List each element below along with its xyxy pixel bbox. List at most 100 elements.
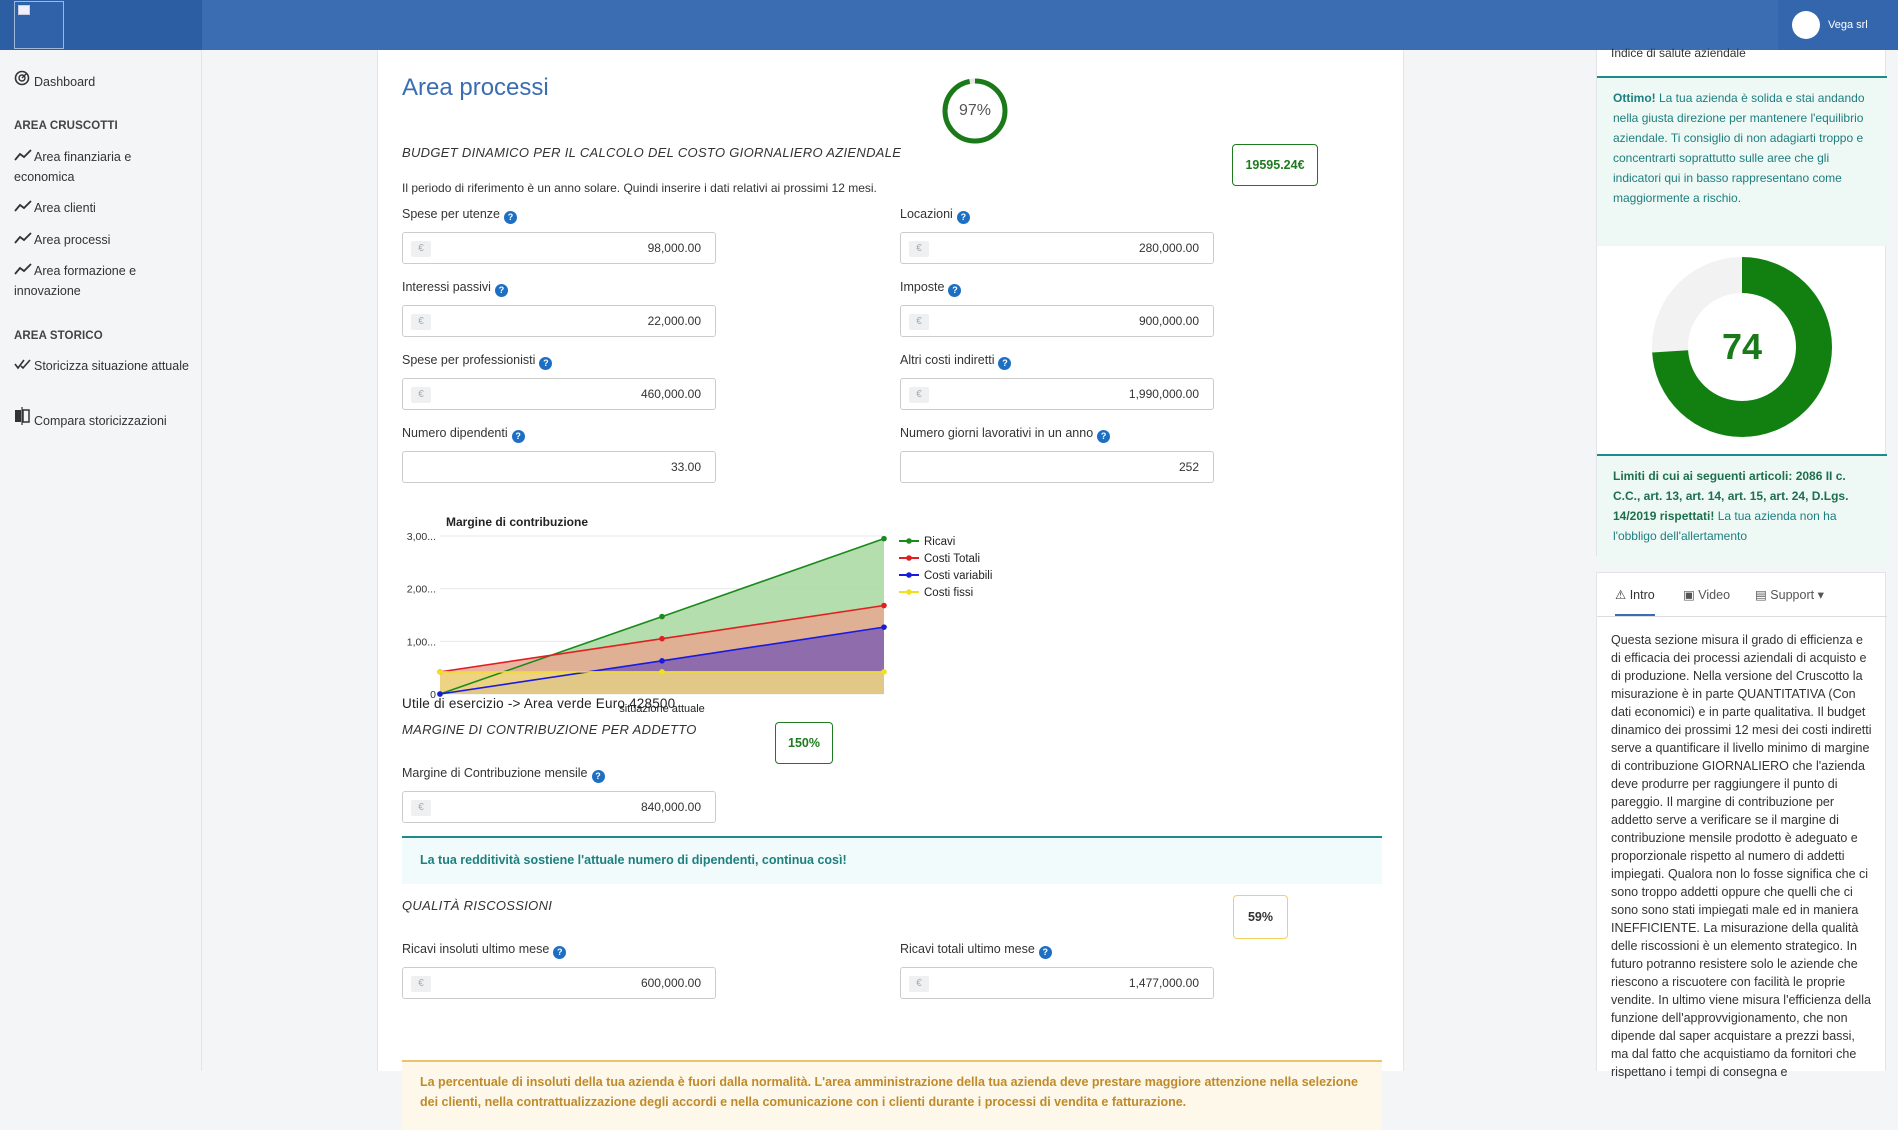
- euro-icon: €: [909, 387, 929, 403]
- insoluti-field[interactable]: €: [402, 967, 716, 999]
- budget-field-label: Spese per professionisti?: [402, 353, 553, 370]
- budget-field[interactable]: €: [402, 378, 716, 410]
- daily-cost-badge: 19595.24€: [1232, 144, 1318, 186]
- sidebar-item-label: Area clienti: [34, 201, 96, 215]
- budget-field-label: Interessi passivi?: [402, 280, 508, 297]
- sidebar-section-storico: AREA STORICO: [14, 330, 103, 342]
- info-card: ⚠ Intro ▣ Video ▤ Support ▾ Questa sezio…: [1596, 572, 1887, 1079]
- sidebar-item-storicizza[interactable]: Storicizza situazione attuale: [14, 356, 194, 376]
- chart-point: [659, 635, 665, 642]
- budget-note: Il periodo di riferimento è un anno sola…: [402, 181, 877, 195]
- y-tick-label: 1,00...: [407, 636, 436, 648]
- ricavi-totali-input[interactable]: [961, 975, 1201, 991]
- budget-input[interactable]: [961, 386, 1201, 402]
- user-menu[interactable]: Vega srl: [1778, 0, 1898, 50]
- budget-field[interactable]: [402, 451, 716, 483]
- help-icon[interactable]: ?: [511, 430, 525, 443]
- budget-field[interactable]: €: [900, 378, 1214, 410]
- qualita-heading: QUALITÀ RISCOSSIONI: [402, 898, 553, 913]
- help-icon[interactable]: ?: [1038, 946, 1052, 959]
- y-tick-label: 3,00...: [407, 531, 436, 543]
- help-icon[interactable]: ?: [504, 211, 517, 224]
- support-icon: ▤: [1755, 588, 1767, 602]
- process-score: 97%: [958, 102, 992, 119]
- euro-icon: €: [909, 314, 929, 330]
- legend-marker: [906, 555, 912, 561]
- logo-image[interactable]: [14, 1, 64, 49]
- chart-area-costi-fissi: [440, 671, 884, 694]
- y-tick-label: 2,00...: [407, 584, 436, 596]
- help-icon[interactable]: ?: [956, 211, 970, 224]
- health-card: Indice di salute aziendale Ottimo! La tu…: [1596, 46, 1887, 566]
- avatar[interactable]: [1792, 11, 1820, 39]
- margine-mensile-field[interactable]: €: [402, 791, 716, 823]
- double-check-icon: [14, 356, 34, 376]
- tab-support[interactable]: ▤ Support ▾: [1755, 587, 1824, 602]
- margine-heading: MARGINE DI CONTRIBUZIONE PER ADDETTO: [402, 722, 697, 737]
- sidebar-item-area-formazione[interactable]: Area formazione e innovazione: [14, 261, 194, 301]
- trend-icon: [14, 198, 34, 218]
- budget-input[interactable]: [463, 459, 703, 475]
- budget-field-label: Numero giorni lavorativi in un anno?: [900, 426, 1111, 443]
- ricavi-totali-label: Ricavi totali ultimo mese?: [900, 942, 1052, 959]
- help-icon[interactable]: ?: [1097, 430, 1111, 443]
- chart-point: [659, 613, 665, 620]
- euro-icon: €: [411, 800, 431, 816]
- legend-label: Costi Totali: [924, 553, 980, 565]
- budget-input[interactable]: [463, 240, 703, 256]
- sidebar-item-compara[interactable]: Compara storicizzazioni: [14, 407, 194, 431]
- help-icon[interactable]: ?: [539, 357, 553, 370]
- compare-icon: [14, 407, 34, 431]
- budget-input[interactable]: [961, 459, 1201, 475]
- legend-marker: [906, 589, 912, 595]
- health-message: Ottimo! La tua azienda è solida e stai a…: [1597, 76, 1887, 246]
- chart-title: Margine di contribuzione: [446, 515, 588, 529]
- health-score: 74: [1721, 326, 1763, 367]
- chart-point: [437, 669, 443, 675]
- euro-icon: €: [411, 387, 431, 403]
- top-bar: Vega srl: [0, 0, 1898, 50]
- logo-area[interactable]: [0, 0, 202, 50]
- budget-input[interactable]: [463, 313, 703, 329]
- utile-text: Utile di esercizio -> Area verde Euro 42…: [402, 696, 676, 711]
- health-score-ring: 74: [1649, 254, 1835, 440]
- trend-icon: [14, 230, 34, 250]
- margine-field-label: Margine di Contribuzione mensile?: [402, 766, 605, 783]
- margine-mensile-input[interactable]: [463, 799, 703, 815]
- budget-field[interactable]: [900, 451, 1214, 483]
- help-icon[interactable]: ?: [553, 946, 567, 959]
- euro-icon: €: [411, 976, 431, 992]
- margine-success-alert: La tua redditività sostiene l'attuale nu…: [402, 836, 1382, 884]
- help-icon[interactable]: ?: [591, 770, 605, 783]
- page-title: Area processi: [402, 74, 549, 101]
- budget-field-label: Spese per utenze?: [402, 207, 517, 224]
- user-name[interactable]: Vega srl: [1828, 19, 1868, 31]
- budget-field[interactable]: €: [402, 305, 716, 337]
- tab-intro[interactable]: ⚠ Intro: [1615, 587, 1655, 616]
- help-icon[interactable]: ?: [948, 284, 962, 297]
- sidebar-item-area-processi[interactable]: Area processi: [14, 230, 194, 250]
- health-msg-text: La tua azienda è solida e stai andando n…: [1613, 91, 1865, 205]
- sidebar-item-dashboard[interactable]: Dashboard: [14, 70, 194, 92]
- budget-field[interactable]: €: [900, 305, 1214, 337]
- caret-down-icon: ▾: [1817, 588, 1824, 602]
- ricavi-totali-field[interactable]: €: [900, 967, 1214, 999]
- main-content: Area processi 97% BUDGET DINAMICO PER IL…: [377, 50, 1404, 1130]
- budget-field[interactable]: €: [900, 232, 1214, 264]
- sidebar-item-area-finanziaria[interactable]: Area finanziaria e economica: [14, 147, 194, 187]
- insoluti-label: Ricavi insoluti ultimo mese?: [402, 942, 567, 959]
- help-icon[interactable]: ?: [494, 284, 508, 297]
- euro-icon: €: [909, 976, 929, 992]
- tab-video[interactable]: ▣ Video: [1683, 587, 1730, 602]
- sidebar-item-label: Dashboard: [34, 75, 96, 89]
- sidebar-item-area-clienti[interactable]: Area clienti: [14, 198, 194, 218]
- insoluti-input[interactable]: [463, 975, 703, 991]
- budget-field[interactable]: €: [402, 232, 716, 264]
- budget-input[interactable]: [463, 386, 703, 402]
- help-icon[interactable]: ?: [998, 357, 1012, 370]
- trend-icon: [14, 147, 34, 167]
- euro-icon: €: [411, 241, 431, 257]
- budget-input[interactable]: [961, 240, 1201, 256]
- budget-input[interactable]: [961, 313, 1201, 329]
- health-msg-bold: Ottimo!: [1613, 91, 1656, 105]
